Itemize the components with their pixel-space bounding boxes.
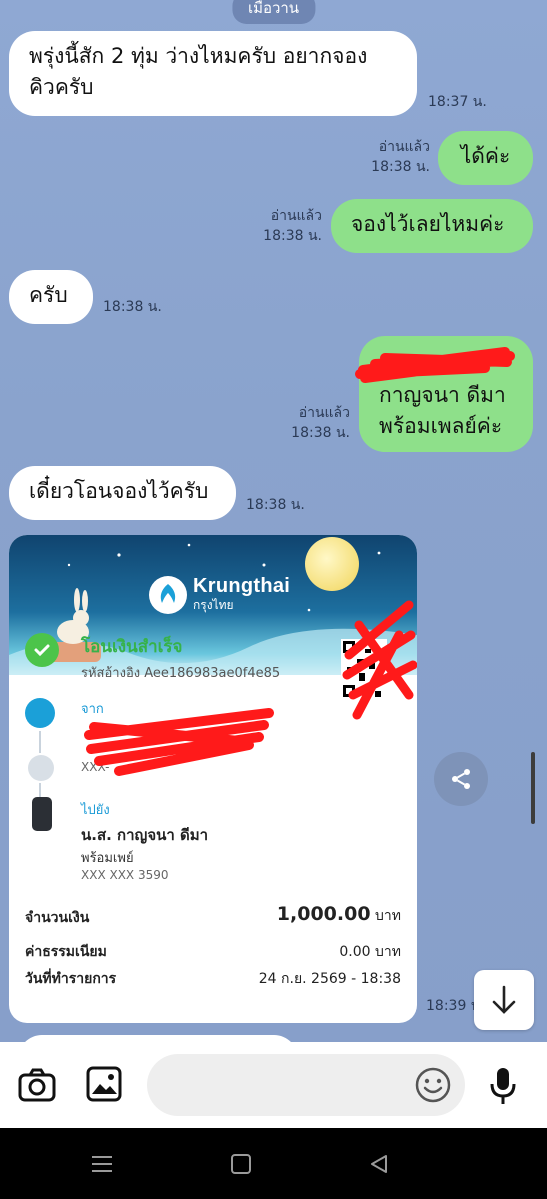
voice-message-button[interactable] [486,1064,520,1108]
message-time: 18:38 น. [371,159,430,175]
message-bubble-in[interactable]: ครับ [9,270,93,324]
amount-number: 1,000.00 [276,903,371,925]
camera-icon [18,1068,56,1102]
flow-connector [39,731,41,753]
message-time: 18:38 น. [291,425,350,441]
home-button[interactable] [228,1152,254,1176]
share-icon [452,769,470,789]
message-input-bar [0,1042,547,1128]
message-text-line: คิวครับ [29,75,94,99]
message-bubble-out[interactable]: จองไว้เลยไหมค่ะ [331,199,533,253]
share-button[interactable] [434,752,488,806]
fee-label: ค่าธรรมเนียม [25,944,107,960]
read-receipt: อ่านแล้ว 18:38 น. [250,206,322,246]
fee-number: 0.00 [339,944,371,960]
message-input[interactable] [147,1054,465,1116]
from-account-number: XXX- [81,760,110,774]
qr-code-icon [341,639,387,701]
back-triangle-icon [371,1155,387,1173]
amount-label: จำนวนเงิน [25,910,90,926]
message-bubble-out[interactable]: ได้ค่ะ [438,131,533,185]
transfer-status: โอนเงินสำเร็จ [81,637,183,657]
scrollbar-thumb[interactable] [531,752,535,824]
bank-name-thai: กรุงไทย [193,598,234,612]
recent-apps-button[interactable] [88,1152,116,1176]
moon-decoration [305,537,359,591]
date-label: วันที่ทำรายการ [25,971,117,987]
recipient-name: น.ส. กาญจนา ดีมา [81,826,209,844]
message-text: ได้ค่ะ [460,144,511,168]
chat-area[interactable]: เมื่อวาน พรุ่งนี้สัก 2 ทุ่ม ว่างไหมครับ … [0,0,547,1042]
mobile-phone-icon [32,797,52,831]
system-navigation-bar [0,1128,547,1199]
message-bubble-out[interactable]: กาญจนา ดีมา พร้อมเพลย์ค่ะ [359,336,533,452]
read-status: อ่านแล้ว [298,405,350,421]
currency: บาท [375,908,401,924]
arrow-down-icon [492,985,516,1014]
message-time: 18:38 น. [103,299,162,315]
to-label: ไปยัง [81,803,110,818]
flow-connector [39,783,41,797]
menu-icon [92,1156,112,1172]
message-text: เดี๋ยวโอนจองไว้ครับ [29,479,209,503]
camera-button[interactable] [16,1064,58,1106]
microphone-icon [490,1068,516,1104]
krungthai-logo: Krungthai กรุงไทย [149,575,290,615]
read-receipt: อ่านแล้ว 18:38 น. [360,137,430,177]
message-bubble-in[interactable]: เดี๋ยวโอนจองไว้ครับ [9,466,236,520]
message-bubble-in[interactable]: พรุ่งนี้สัก 2 ทุ่ม ว่างไหมครับ อยากจอง ค… [9,31,417,116]
fee-value: 0.00 บาท [339,941,401,963]
message-time: 18:38 น. [246,497,305,513]
square-home-icon [231,1154,251,1174]
message-time: 18:38 น. [263,228,322,244]
recipient-account-number: XXX XXX 3590 [81,868,169,882]
message-time: 18:37 น. [428,94,487,110]
message-bubble-in [18,1035,298,1042]
scroll-to-bottom-button[interactable] [474,970,534,1030]
read-status: อ่านแล้ว [270,208,322,224]
chevron-down-icon [28,755,54,781]
krungthai-bird-icon [149,576,187,614]
sender-bank-icon [25,698,55,728]
bank-name: Krungthai [193,575,291,597]
message-text-line: พรุ่งนี้สัก 2 ทุ่ม ว่างไหมครับ อยากจอง [29,44,368,68]
date-separator: เมื่อวาน [231,0,316,24]
emoji-button[interactable] [413,1065,453,1105]
message-text: ครับ [29,283,68,307]
back-button[interactable] [366,1152,392,1176]
read-status: อ่านแล้ว [378,139,430,155]
message-text-line: พร้อมเพลย์ค่ะ [379,414,503,438]
amount-value: 1,000.00 บาท [277,903,401,927]
message-text: จองไว้เลยไหมค่ะ [351,212,505,236]
read-receipt: อ่านแล้ว 18:38 น. [278,403,350,443]
image-icon [86,1066,122,1102]
currency: บาท [375,944,401,960]
transfer-receipt-image[interactable]: Krungthai กรุงไทย โอนเงินสำเร็จ รหัสอ้าง… [9,535,417,1023]
transaction-date: 24 ก.ย. 2569 - 18:38 [258,971,401,987]
success-check-icon [25,633,59,667]
emoji-icon [415,1067,451,1103]
gallery-button[interactable] [84,1064,124,1104]
reference-code: รหัสอ้างอิง Aee186983ae0f4e85 [81,666,281,681]
message-text-line: กาญจนา ดีมา [379,383,506,407]
from-label: จาก [81,702,104,717]
recipient-service: พร้อมเพย์ [81,851,134,866]
